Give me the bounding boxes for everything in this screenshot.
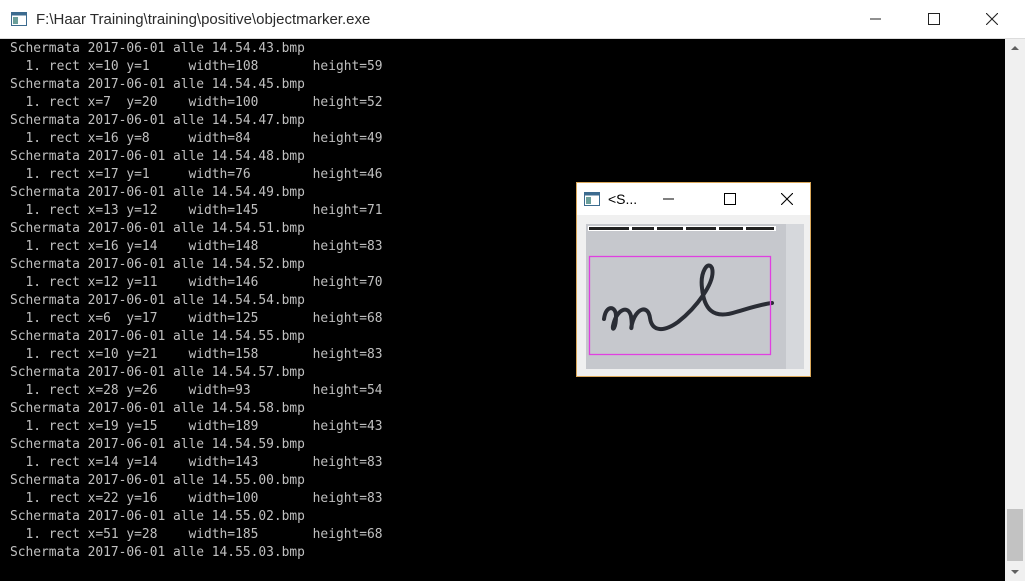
image-window-close-button[interactable] — [764, 183, 810, 215]
console-filename-line: Schermata 2017-06-01 alle 14.54.51.bmp — [10, 221, 305, 236]
maximize-button[interactable] — [911, 0, 957, 39]
console-rect-line: 1. rect x=28 y=26 width=93 height=54 — [10, 383, 383, 398]
image-window[interactable]: <S... — [576, 182, 811, 377]
console-filename-line: Schermata 2017-06-01 alle 14.55.00.bmp — [10, 473, 305, 488]
console-lines: Schermata 2017-06-01 alle 14.54.43.bmp 1… — [10, 40, 383, 562]
console-rect-line: 1. rect x=16 y=14 width=148 height=83 — [10, 239, 383, 254]
console-filename-line: Schermata 2017-06-01 alle 14.54.58.bmp — [10, 401, 305, 416]
console-rect-line: 1. rect x=10 y=21 width=158 height=83 — [10, 347, 383, 362]
console-filename-line: Schermata 2017-06-01 alle 14.54.49.bmp — [10, 185, 305, 200]
close-button[interactable] — [969, 0, 1015, 39]
signature-sample-image[interactable] — [586, 224, 804, 369]
minimize-icon — [870, 18, 881, 20]
console-rect-line: 1. rect x=6 y=17 width=125 height=68 — [10, 311, 383, 326]
console-rect-line: 1. rect x=12 y=11 width=146 height=70 — [10, 275, 383, 290]
vertical-scrollbar[interactable] — [1005, 39, 1025, 581]
image-window-titlebar[interactable]: <S... — [577, 183, 810, 215]
image-window-title: <S... — [608, 191, 638, 207]
window-title: F:\Haar Training\training\positive\objec… — [36, 11, 371, 28]
console-filename-line: Schermata 2017-06-01 alle 14.54.45.bmp — [10, 77, 305, 92]
console-filename-line: Schermata 2017-06-01 alle 14.54.55.bmp — [10, 329, 305, 344]
console-rect-line: 1. rect x=7 y=20 width=100 height=52 — [10, 95, 383, 110]
console-filename-line: Schermata 2017-06-01 alle 14.54.54.bmp — [10, 293, 305, 308]
console-rect-line: 1. rect x=51 y=28 width=185 height=68 — [10, 527, 383, 542]
scroll-down-arrow-icon — [1011, 570, 1019, 574]
console-window: F:\Haar Training\training\positive\objec… — [0, 0, 1025, 581]
window-app-icon — [584, 192, 600, 206]
close-icon — [986, 13, 998, 25]
console-rect-line: 1. rect x=19 y=15 width=189 height=43 — [10, 419, 383, 434]
console-filename-line: Schermata 2017-06-01 alle 14.55.03.bmp — [10, 545, 305, 560]
close-icon — [781, 193, 793, 205]
minimize-button[interactable] — [853, 0, 899, 39]
image-window-client — [577, 215, 810, 376]
console-rect-line: 1. rect x=13 y=12 width=145 height=71 — [10, 203, 383, 218]
console-filename-line: Schermata 2017-06-01 alle 14.54.57.bmp — [10, 365, 305, 380]
scrollbar-thumb[interactable] — [1007, 509, 1023, 561]
image-window-minimize-button[interactable] — [646, 183, 692, 215]
console-app-icon — [11, 12, 27, 26]
image-window-maximize-button[interactable] — [707, 183, 753, 215]
console-filename-line: Schermata 2017-06-01 alle 14.55.02.bmp — [10, 509, 305, 524]
console-output[interactable]: Schermata 2017-06-01 alle 14.54.43.bmp 1… — [0, 39, 1005, 581]
console-filename-line: Schermata 2017-06-01 alle 14.54.59.bmp — [10, 437, 305, 452]
console-titlebar[interactable]: F:\Haar Training\training\positive\objec… — [0, 0, 1025, 39]
minimize-icon — [663, 198, 674, 200]
scroll-up-arrow-icon — [1011, 46, 1019, 50]
console-filename-line: Schermata 2017-06-01 alle 14.54.52.bmp — [10, 257, 305, 272]
console-filename-line: Schermata 2017-06-01 alle 14.54.43.bmp — [10, 41, 305, 56]
scroll-up-button[interactable] — [1005, 39, 1025, 57]
console-rect-line: 1. rect x=22 y=16 width=100 height=83 — [10, 491, 383, 506]
console-rect-line: 1. rect x=16 y=8 width=84 height=49 — [10, 131, 383, 146]
console-rect-line: 1. rect x=17 y=1 width=76 height=46 — [10, 167, 383, 182]
console-rect-line: 1. rect x=14 y=14 width=143 height=83 — [10, 455, 383, 470]
maximize-icon — [928, 13, 940, 25]
console-rect-line: 1. rect x=10 y=1 width=108 height=59 — [10, 59, 383, 74]
console-filename-line: Schermata 2017-06-01 alle 14.54.47.bmp — [10, 113, 305, 128]
maximize-icon — [724, 193, 736, 205]
console-filename-line: Schermata 2017-06-01 alle 14.54.48.bmp — [10, 149, 305, 164]
scroll-down-button[interactable] — [1005, 563, 1025, 581]
